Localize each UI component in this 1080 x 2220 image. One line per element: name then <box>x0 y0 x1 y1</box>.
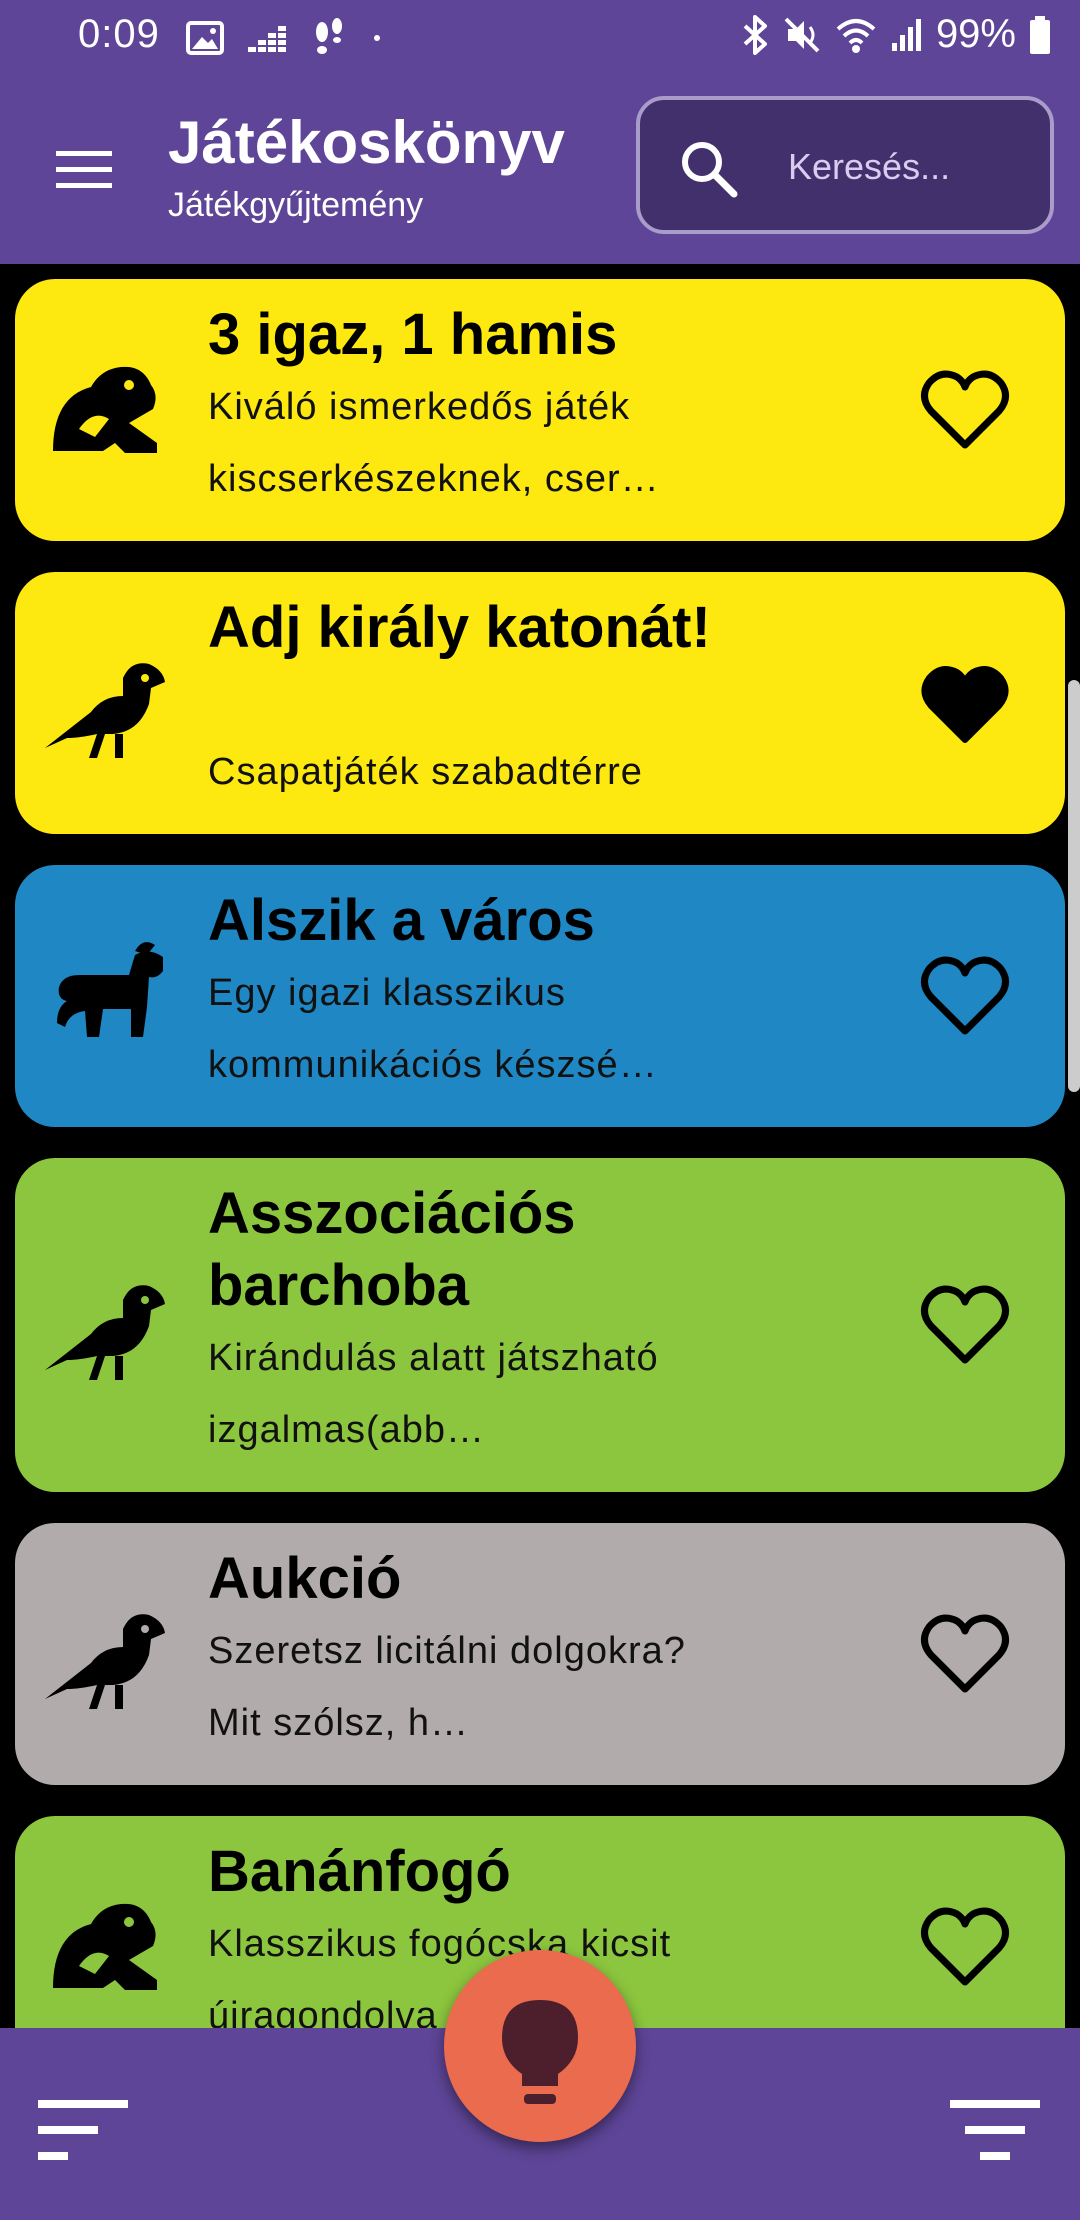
heart-outline-icon[interactable] <box>917 947 1013 1043</box>
heart-outline-icon[interactable] <box>917 1276 1013 1372</box>
battery-percent: 99% <box>935 12 1016 56</box>
status-time: 0:09 <box>78 12 160 56</box>
hamburger-menu-icon <box>56 151 112 188</box>
search-icon <box>682 142 738 198</box>
sort-icon <box>38 2100 128 2160</box>
sort-button[interactable] <box>38 2098 134 2162</box>
scrollbar[interactable] <box>1068 680 1080 1092</box>
game-title: Adj király katonát! <box>208 595 711 660</box>
status-bar: 0:09 99% <box>0 0 1080 72</box>
horse-icon <box>57 942 163 1037</box>
app-title: Játékoskönyv <box>168 109 565 176</box>
game-list[interactable]: 3 igaz, 1 hamis Kiváló ismerkedős játék … <box>0 264 1080 2028</box>
game-title: 3 igaz, 1 hamis <box>208 302 618 367</box>
game-card[interactable]: Asszociációs barchoba Kirándulás alatt j… <box>15 1158 1065 1492</box>
heart-outline-icon[interactable] <box>917 361 1013 457</box>
crow-icon <box>45 663 165 758</box>
game-card[interactable]: 3 igaz, 1 hamis Kiváló ismerkedős játék … <box>15 279 1065 541</box>
search-input[interactable] <box>786 138 1030 196</box>
image-icon <box>186 21 224 55</box>
game-description: Egy igazi klasszikus kommunikációs készs… <box>208 972 658 1086</box>
crow-icon <box>45 1614 165 1709</box>
search-box[interactable] <box>636 96 1054 234</box>
mute-icon <box>784 17 820 52</box>
status-notification-icons <box>186 18 384 58</box>
app-bar: Játékoskönyv Játékgyűjtemény <box>0 72 1080 264</box>
footsteps-icon <box>316 18 342 54</box>
wifi-icon <box>836 18 876 53</box>
dot-icon <box>374 35 380 41</box>
bluetooth-icon <box>743 14 767 55</box>
heart-filled-icon[interactable] <box>917 656 1013 752</box>
game-title: Alszik a város <box>208 888 595 953</box>
lightbulb-icon <box>502 2000 578 2104</box>
app-subtitle: Játékgyűjtemény <box>168 186 424 224</box>
game-title: Aukció <box>208 1546 402 1611</box>
game-title: Asszociációs barchoba <box>208 1181 576 1318</box>
filter-button[interactable] <box>946 2098 1042 2162</box>
game-title: Banánfogó <box>208 1839 511 1904</box>
status-system-icons: 99% <box>740 12 1052 57</box>
battery-icon <box>1030 15 1050 54</box>
game-description: Kiváló ismerkedős játék kiscserkészeknek… <box>208 386 660 500</box>
signal-icon <box>891 18 921 51</box>
heart-outline-icon[interactable] <box>917 1898 1013 1994</box>
frog-icon <box>53 1903 157 1990</box>
frog-icon <box>53 366 157 453</box>
deezer-icon <box>248 26 286 52</box>
game-description: Szeretsz licitálni dolgokra? Mit szólsz,… <box>208 1630 686 1744</box>
game-card[interactable]: Adj király katonát! Csapatjáték szabadté… <box>15 572 1065 834</box>
filter-icon <box>950 2100 1040 2160</box>
menu-button[interactable] <box>44 138 116 198</box>
game-description: Kirándulás alatt játszható izgalmas(abb… <box>208 1337 659 1451</box>
game-card[interactable]: Alszik a város Egy igazi klasszikus komm… <box>15 865 1065 1127</box>
idea-fab-button[interactable] <box>444 1950 636 2142</box>
game-card[interactable]: Aukció Szeretsz licitálni dolgokra? Mit … <box>15 1523 1065 1785</box>
crow-icon <box>45 1285 165 1380</box>
game-description: Csapatjáték szabadtérre <box>208 751 643 793</box>
heart-outline-icon[interactable] <box>917 1605 1013 1701</box>
